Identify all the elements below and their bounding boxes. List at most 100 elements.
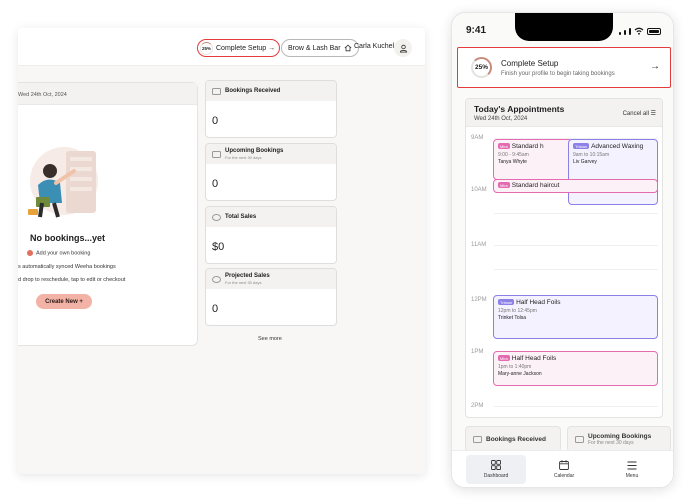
cancel-all-button[interactable]: Cancel all ☰ [623, 110, 656, 117]
mini-stat-title: Bookings Received [486, 435, 546, 443]
dashboard-icon [491, 460, 501, 470]
card-icon [212, 87, 221, 95]
event-time: 12pm to 12:45pm [498, 308, 537, 314]
setup-banner-title: Complete Setup [501, 59, 559, 68]
tip-add-label: Add your own booking [36, 250, 91, 257]
tab-label: Menu [625, 472, 639, 479]
appointment-event[interactable]: Mira Standard haircut [493, 179, 658, 193]
user-avatar-button[interactable] [394, 39, 412, 57]
desktop-dashboard: 25% Complete Setup → Brow & Lash Bar Car… [18, 28, 425, 474]
calendar-icon [559, 460, 569, 470]
empty-tip-sync: s automatically synced Weeha bookings [18, 264, 116, 270]
empty-state-illustration [28, 147, 98, 218]
event-title: Standard h [511, 143, 544, 150]
event-client: Tanya Whyte [498, 159, 527, 165]
hour-label: 11AM [471, 242, 487, 248]
mini-stat-bookings-received: Bookings Received [465, 426, 561, 452]
check-icon [27, 250, 33, 256]
event-title: Standard haircut [511, 182, 560, 189]
tab-label: Calendar [553, 473, 575, 479]
status-icons [619, 27, 661, 35]
see-more-link[interactable]: See more [258, 336, 282, 342]
stat-total-sales: Total Sales $0 [205, 206, 337, 264]
complete-setup-label: Complete Setup → [216, 44, 276, 52]
no-bookings-title: No bookings...yet [30, 233, 106, 243]
mini-stat-subtitle: For the next 30 days [588, 439, 634, 446]
stat-value: 0 [212, 115, 219, 127]
complete-setup-button[interactable]: 25% Complete Setup → [197, 39, 281, 57]
signal-icon [619, 32, 621, 35]
appointments-header: Today's Appointments Wed 24th Oct, 2024 … [466, 99, 662, 127]
stat-value: 0 [212, 178, 219, 190]
appointment-event[interactable]: Tristan Advanced Waxing 9am to 10:15am Li… [568, 139, 658, 205]
create-new-button[interactable]: Create New + [36, 294, 92, 309]
event-title: Advanced Waxing [591, 143, 644, 150]
user-icon [399, 44, 407, 53]
appointments-date: Wed 24th Oct, 2024 [474, 116, 528, 122]
setup-banner-subtitle: Finish your profile to begin taking book… [501, 71, 615, 77]
staff-tag: Tristan [498, 299, 515, 306]
stage: 25% Complete Setup → Brow & Lash Bar Car… [0, 0, 690, 503]
stat-title: Projected Sales [225, 273, 270, 279]
stat-subtitle: For the next 30 days [225, 155, 262, 160]
hour-label: 12PM [471, 297, 487, 303]
wifi-icon [634, 27, 644, 35]
appointment-event[interactable]: Mira Half Head Foils 1pm to 1:40pm Mary-a… [493, 351, 658, 386]
home-icon [344, 44, 351, 52]
menu-icon [627, 461, 637, 469]
event-client: Mary-anne Jackson [498, 371, 542, 377]
user-name: Carla Kuchel [354, 43, 395, 50]
event-time: 9am to 10:15am [573, 152, 610, 158]
hour-label: 1PM [471, 349, 484, 355]
tab-menu[interactable]: Menu [602, 455, 662, 484]
complete-setup-banner[interactable]: 25% Complete Setup Finish your profile t… [457, 47, 671, 88]
hour-label: 2PM [471, 403, 484, 409]
tab-dashboard[interactable]: Dashboard [466, 455, 526, 484]
stat-subtitle: For the next 30 days [225, 280, 262, 285]
mobile-dashboard: 9:41 25% Complete Setup Finish your prof… [451, 12, 674, 488]
empty-card-date: Wed 24th Oct, 2024 [18, 83, 197, 105]
stat-title: Bookings Received [225, 87, 281, 94]
trash-icon: ☰ [650, 111, 656, 117]
stat-upcoming-bookings: Upcoming Bookings For the next 30 days 0 [205, 143, 337, 201]
stat-title: Total Sales [225, 213, 257, 220]
empty-tip-add: Add your own booking [27, 250, 90, 256]
bottom-tab-bar: Dashboard Calendar Menu [452, 450, 673, 487]
hour-label: 10AM [471, 187, 487, 193]
empty-tip-drag: d drop to reschedule, tap to edit or che… [18, 277, 126, 283]
tab-label: Dashboard [483, 473, 509, 479]
hour-label: 9AM [471, 135, 484, 141]
business-name: Brow & Lash Bar [288, 44, 341, 52]
battery-icon [647, 28, 661, 35]
staff-tag: Mira [498, 143, 510, 150]
staff-tag: Mira [498, 182, 510, 189]
event-client: Liv Garvey [573, 159, 597, 165]
status-time: 9:41 [466, 25, 487, 36]
calendar-icon [212, 150, 221, 158]
appointments-title: Today's Appointments [474, 104, 565, 114]
stat-value: 0 [212, 303, 219, 315]
event-client: Trinket Tolsa [498, 315, 527, 321]
business-switcher-button[interactable]: Brow & Lash Bar [281, 39, 359, 57]
setup-progress-ring: 25% [471, 57, 492, 78]
stat-bookings-received: Bookings Received 0 [205, 80, 337, 138]
mini-stat-upcoming-bookings: Upcoming Bookings For the next 30 days [567, 426, 671, 452]
event-title: Half Head Foils [516, 299, 561, 306]
todays-appointments-card: Today's Appointments Wed 24th Oct, 2024 … [465, 98, 663, 418]
appointment-event[interactable]: Tristan Half Head Foils 12pm to 12:45pm T… [493, 295, 658, 339]
stat-value: $0 [212, 241, 225, 253]
event-time: 1pm to 1:40pm [498, 364, 532, 370]
tag-icon [212, 213, 221, 221]
calendar-icon [575, 435, 584, 443]
staff-tag: Mira [498, 355, 510, 362]
phone-notch [515, 13, 613, 41]
mini-stat-title: Upcoming Bookings [588, 432, 652, 440]
cancel-all-label: Cancel all [622, 111, 649, 117]
desktop-header: 25% Complete Setup → Brow & Lash Bar Car… [18, 28, 425, 66]
stat-title: Upcoming Bookings [225, 148, 284, 154]
staff-tag: Tristan [573, 143, 590, 150]
tab-calendar[interactable]: Calendar [534, 455, 594, 484]
appointment-event[interactable]: Mira Standard h 9:00 - 9:45am Tanya Whyte [493, 139, 573, 180]
arrow-right-icon: → [650, 61, 660, 72]
card-icon [473, 435, 482, 443]
